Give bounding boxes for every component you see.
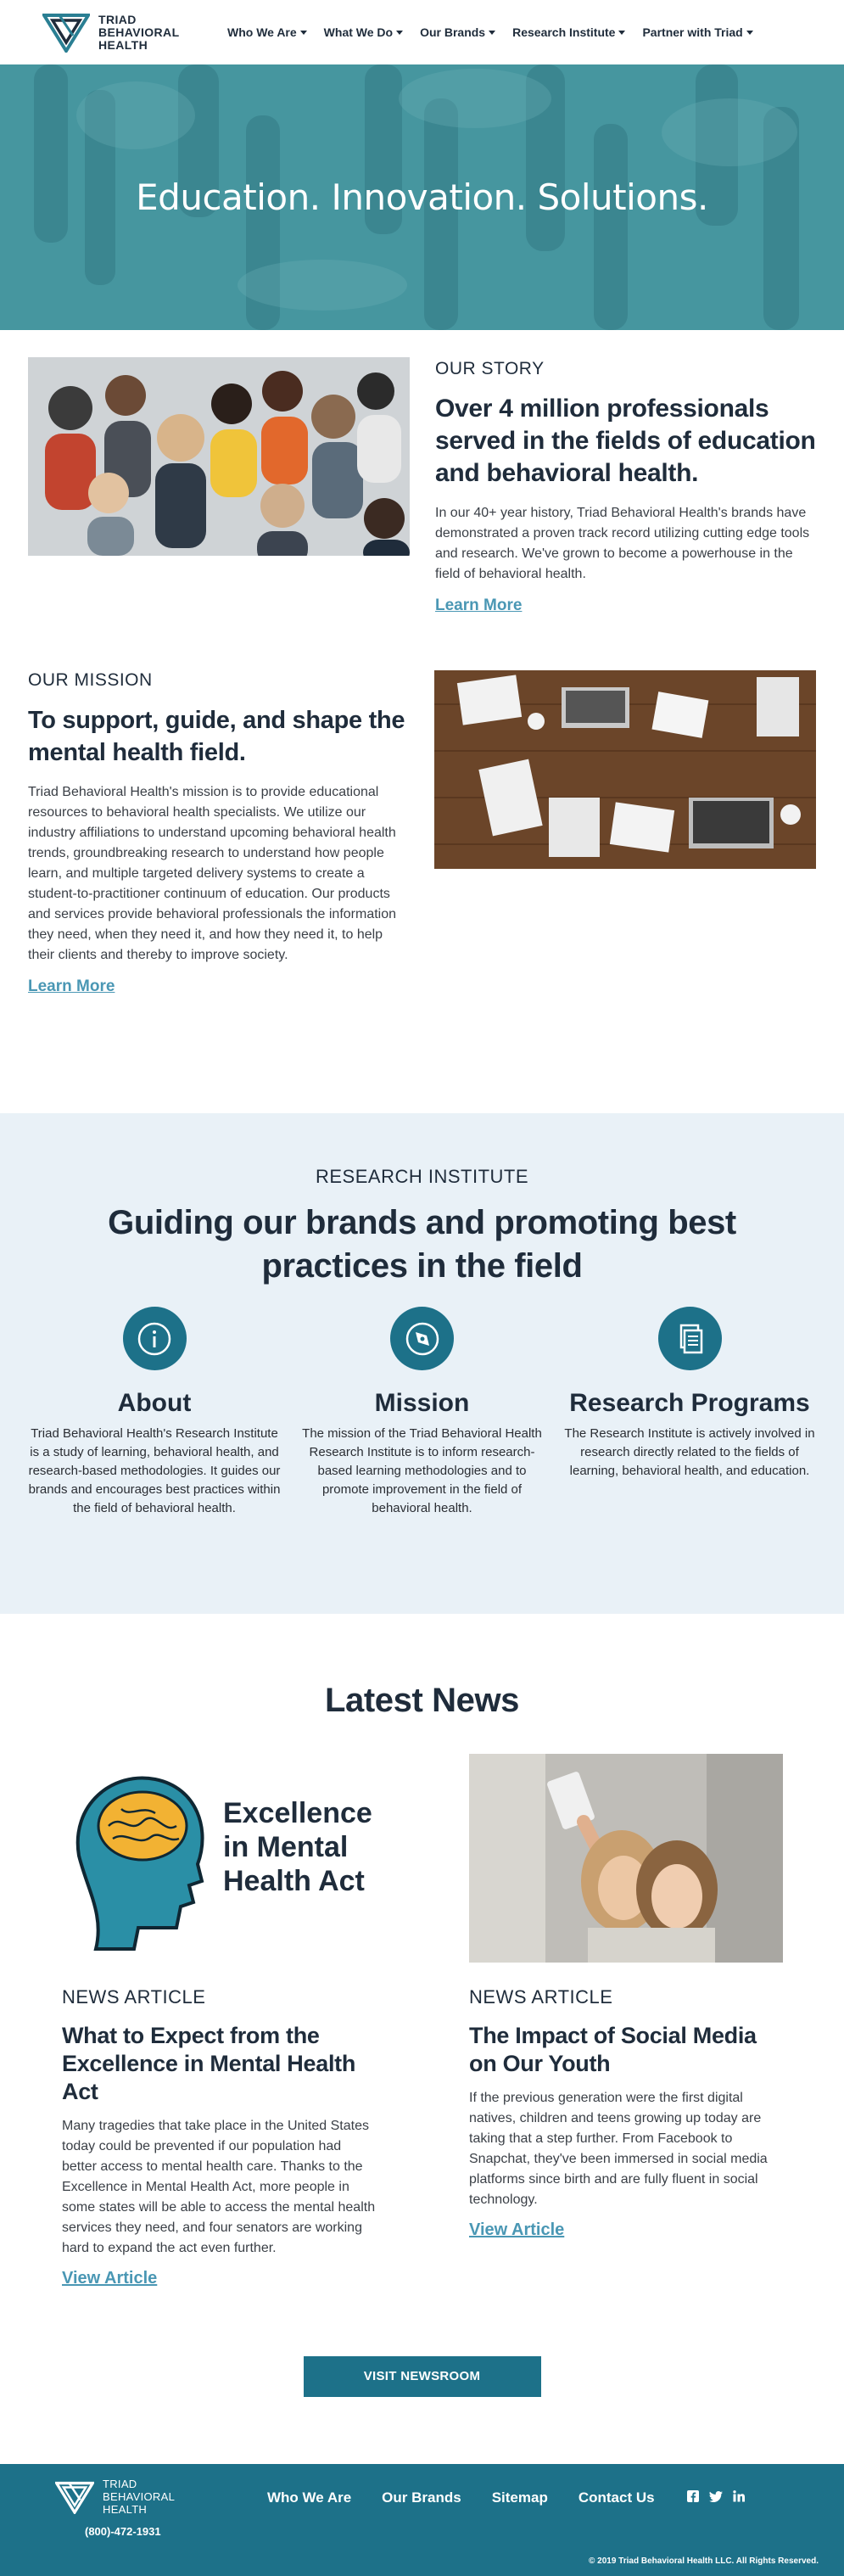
nav-label: Who We Are bbox=[227, 25, 297, 39]
view-article-link[interactable]: View Article bbox=[469, 2220, 564, 2240]
linkedin-icon[interactable] bbox=[733, 2490, 745, 2502]
excellence-act-image[interactable]: Excellence in Mental Health Act bbox=[62, 1754, 376, 1963]
nav-who-we-are[interactable]: Who We Are bbox=[227, 25, 307, 39]
nav-label: Partner with Triad bbox=[642, 25, 743, 39]
news-excerpt: Many tragedies that take place in the Un… bbox=[62, 2119, 376, 2255]
story-eyebrow: OUR STORY bbox=[435, 359, 545, 378]
document-icon bbox=[657, 1307, 722, 1370]
triad-logo-icon bbox=[42, 14, 90, 53]
our-story-section: OUR STORY Over 4 million professionals s… bbox=[0, 330, 844, 660]
research-about-text: Triad Behavioral Health's Research Insti… bbox=[28, 1426, 281, 1515]
nav-what-we-do[interactable]: What We Do bbox=[323, 25, 404, 39]
nav-research-institute[interactable]: Research Institute bbox=[512, 25, 626, 39]
twitter-icon[interactable] bbox=[709, 2490, 723, 2502]
excellence-act-caption: Excellence in Mental Health Act bbox=[223, 1796, 372, 1898]
news-title[interactable]: The Impact of Social Media on Our Youth bbox=[469, 2022, 783, 2078]
chevron-down-icon bbox=[396, 30, 404, 35]
hero-banner: Education. Innovation. Solutions. bbox=[0, 64, 844, 330]
news-excerpt: If the previous generation were the firs… bbox=[469, 2091, 768, 2207]
mission-learn-more-link[interactable]: Learn More bbox=[28, 977, 115, 996]
logo-line: HEALTH bbox=[98, 37, 148, 52]
site-header: TRIAD BEHAVIORAL HEALTH Who We Are What … bbox=[0, 0, 844, 64]
news-heading: Latest News bbox=[324, 1682, 520, 1719]
mission-image bbox=[434, 670, 816, 1113]
footer-logo[interactable]: TRIAD BEHAVIORAL HEALTH bbox=[55, 2478, 175, 2516]
news-title[interactable]: What to Expect from the Excellence in Me… bbox=[62, 2022, 376, 2106]
footer-copyright: © 2019 Triad Behavioral Health LLC. All … bbox=[589, 2556, 819, 2566]
footer-phone[interactable]: (800)-472-1931 bbox=[85, 2525, 161, 2538]
nav-partner-with-triad[interactable]: Partner with Triad bbox=[642, 25, 753, 39]
facebook-icon[interactable] bbox=[687, 2490, 699, 2502]
research-programs: Research Programs The Research Institute… bbox=[562, 1307, 817, 1518]
selfie-photo-image[interactable] bbox=[469, 1754, 783, 1963]
compass-icon bbox=[390, 1307, 454, 1370]
mission-title: To support, guide, and shape the mental … bbox=[28, 707, 405, 766]
news-article-card: NEWS ARTICLE The Impact of Social Media … bbox=[469, 1754, 783, 2288]
story-title: Over 4 million professionals served in t… bbox=[435, 395, 816, 487]
view-article-link[interactable]: View Article bbox=[62, 2269, 157, 2288]
logo-line: BEHAVIORAL bbox=[103, 2490, 176, 2503]
newsroom-wrap: VISIT NEWSROOM bbox=[0, 2356, 844, 2397]
chevron-down-icon bbox=[489, 30, 496, 35]
our-mission-section: OUR MISSION To support, guide, and shape… bbox=[0, 660, 844, 1113]
research-programs-text: The Research Institute is actively invol… bbox=[564, 1426, 815, 1478]
group-photo-image bbox=[28, 357, 410, 565]
footer-nav-contact-us[interactable]: Contact Us bbox=[579, 2489, 655, 2506]
research-about: About Triad Behavioral Health's Research… bbox=[27, 1307, 282, 1518]
chevron-down-icon bbox=[618, 30, 626, 35]
mission-body: Triad Behavioral Health's mission is to … bbox=[28, 785, 397, 962]
info-icon bbox=[122, 1307, 187, 1370]
logo-line: HEALTH bbox=[103, 2503, 148, 2516]
news-eyebrow: NEWS ARTICLE bbox=[62, 1986, 206, 2008]
caption-line: Excellence bbox=[223, 1797, 372, 1829]
logo-wordmark: TRIAD BEHAVIORAL HEALTH bbox=[98, 12, 180, 52]
mission-text: OUR MISSION To support, guide, and shape… bbox=[28, 670, 407, 1113]
visit-newsroom-button[interactable]: VISIT NEWSROOM bbox=[303, 2356, 541, 2397]
research-title: Guiding our brands and promoting best pr… bbox=[108, 1204, 736, 1285]
news-articles: Excellence in Mental Health Act NEWS ART… bbox=[0, 1720, 844, 2288]
footer-nav-our-brands[interactable]: Our Brands bbox=[382, 2489, 461, 2506]
latest-news-section: Latest News Excellence in Mental Health … bbox=[0, 1614, 844, 2464]
triad-logo[interactable]: TRIAD BEHAVIORAL HEALTH bbox=[42, 12, 212, 53]
mission-eyebrow: OUR MISSION bbox=[28, 670, 153, 690]
research-about-title: About bbox=[117, 1389, 192, 1417]
selfie-photo bbox=[469, 1754, 783, 1963]
story-image bbox=[28, 357, 410, 660]
footer-social bbox=[687, 2490, 745, 2502]
story-learn-more-link[interactable]: Learn More bbox=[435, 596, 522, 615]
news-eyebrow: NEWS ARTICLE bbox=[469, 1986, 613, 2008]
caption-line: in Mental bbox=[223, 1831, 349, 1863]
story-body: In our 40+ year history, Triad Behaviora… bbox=[435, 506, 810, 581]
nav-our-brands[interactable]: Our Brands bbox=[420, 25, 496, 39]
research-mission-title: Mission bbox=[374, 1389, 470, 1417]
research-eyebrow: RESEARCH INSTITUTE bbox=[315, 1166, 529, 1187]
news-article-card: Excellence in Mental Health Act NEWS ART… bbox=[62, 1754, 376, 2288]
triad-logo-icon bbox=[55, 2481, 94, 2514]
site-footer: TRIAD BEHAVIORAL HEALTH (800)-472-1931 W… bbox=[0, 2464, 844, 2576]
footer-nav-sitemap[interactable]: Sitemap bbox=[492, 2489, 548, 2506]
logo-line: TRIAD bbox=[103, 2478, 137, 2490]
logo-line: TRIAD bbox=[98, 12, 137, 26]
research-mission-text: The mission of the Triad Behavioral Heal… bbox=[302, 1426, 542, 1515]
desk-photo-image bbox=[434, 670, 816, 869]
research-columns: About Triad Behavioral Health's Research… bbox=[0, 1288, 844, 1518]
nav-label: Our Brands bbox=[420, 25, 486, 39]
caption-line: Health Act bbox=[223, 1865, 365, 1897]
footer-nav-who-we-are[interactable]: Who We Are bbox=[267, 2489, 351, 2506]
nav-label: Research Institute bbox=[512, 25, 616, 39]
research-institute-section: RESEARCH INSTITUTE Guiding our brands an… bbox=[0, 1113, 844, 1614]
story-text: OUR STORY Over 4 million professionals s… bbox=[435, 357, 816, 660]
research-mission: Mission The mission of the Triad Behavio… bbox=[295, 1307, 550, 1518]
chevron-down-icon bbox=[746, 30, 753, 35]
nav-label: What We Do bbox=[323, 25, 394, 39]
main-nav: Who We Are What We Do Our Brands Researc… bbox=[227, 25, 753, 39]
footer-nav: Who We Are Our Brands Sitemap Contact Us bbox=[267, 2489, 655, 2506]
logo-line: BEHAVIORAL bbox=[98, 25, 180, 39]
research-programs-title: Research Programs bbox=[569, 1389, 810, 1417]
footer-logo-wordmark: TRIAD BEHAVIORAL HEALTH bbox=[103, 2478, 175, 2516]
hero-title: Education. Innovation. Solutions. bbox=[136, 176, 708, 218]
chevron-down-icon bbox=[299, 30, 307, 35]
